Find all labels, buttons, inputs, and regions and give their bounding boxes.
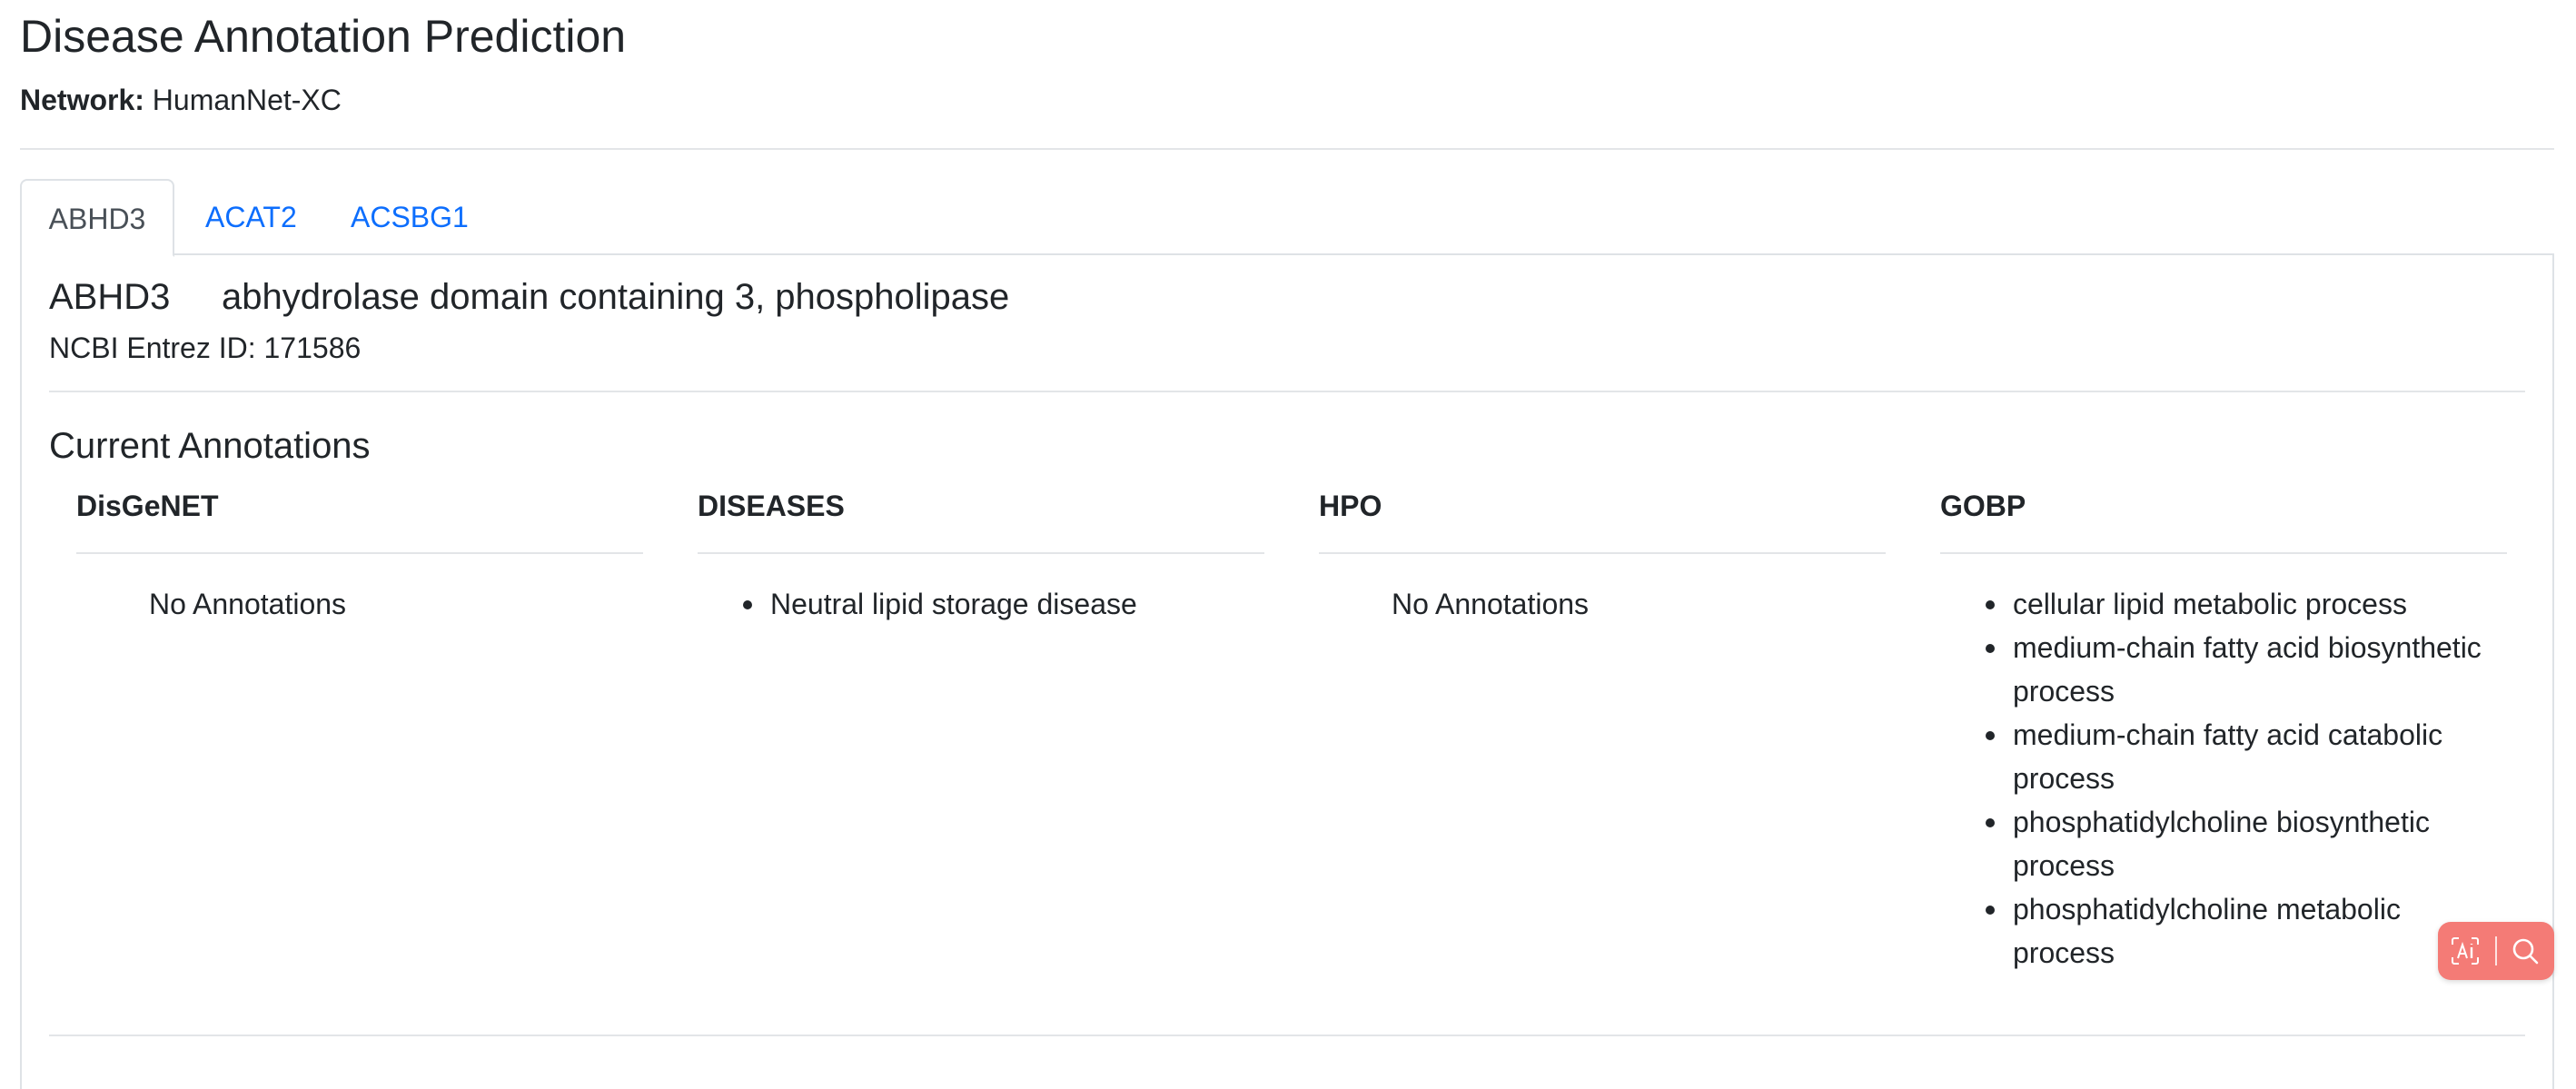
floating-action-button[interactable] — [2438, 922, 2554, 980]
list-item-text: cellular lipid metabolic process — [2013, 588, 2407, 620]
section-title: Current Annotations — [49, 426, 371, 466]
divider — [49, 391, 2525, 392]
column-title: GOBP — [1940, 490, 2026, 522]
annotation-column-gobp: GOBP cellular lipid metabolic process me… — [1940, 480, 2507, 969]
divider — [698, 552, 1264, 554]
divider — [1319, 552, 1886, 554]
gene-name: abhydrolase domain containing 3, phospho… — [222, 277, 1010, 317]
annotation-list: cellular lipid metabolic process medium-… — [1940, 582, 2507, 975]
column-body: Neutral lipid storage disease — [698, 582, 1264, 626]
ai-icon[interactable] — [2451, 936, 2480, 965]
network-value: HumanNet-XC — [152, 84, 342, 116]
network-line: Network: HumanNet-XC — [20, 80, 342, 120]
bullet-icon — [1986, 644, 1995, 653]
tab-abhd3[interactable]: ABHD3 — [20, 179, 174, 257]
annotation-column-hpo: HPO No Annotations — [1319, 480, 1886, 620]
list-item: phosphatidylcholine biosynthetic process — [1940, 800, 2507, 887]
bullet-icon — [1986, 731, 1995, 740]
no-annotations-text: No Annotations — [149, 588, 347, 620]
gene-symbol: ABHD3 — [49, 277, 171, 317]
bullet-icon — [1986, 818, 1995, 827]
divider — [49, 1035, 2525, 1036]
list-item: phosphatidylcholine metabolic process — [1940, 887, 2507, 975]
network-label: Network: — [20, 84, 144, 116]
page-title: Disease Annotation Prediction — [20, 11, 627, 62]
tab-acat2[interactable]: ACAT2 — [205, 179, 297, 255]
divider — [20, 148, 2554, 150]
list-item: medium-chain fatty acid catabolic proces… — [1940, 713, 2507, 800]
entrez-id: NCBI Entrez ID: 171586 — [49, 332, 362, 364]
divider — [1940, 552, 2507, 554]
tab-panel: ABHD3 abhydrolase domain containing 3, ph… — [20, 253, 2554, 1089]
annotation-list: Neutral lipid storage disease — [698, 582, 1264, 626]
column-title: DISEASES — [698, 490, 845, 522]
annotation-column-disgenet: DisGeNET No Annotations — [76, 480, 643, 620]
column-title: HPO — [1319, 490, 1382, 522]
annotation-column-diseases: DISEASES Neutral lipid storage disease — [698, 480, 1264, 620]
search-icon[interactable] — [2511, 936, 2540, 965]
list-item-text: phosphatidylcholine metabolic process — [2013, 893, 2401, 969]
column-title: DisGeNET — [76, 490, 219, 522]
no-annotations-text: No Annotations — [1392, 588, 1590, 620]
list-item-text: medium-chain fatty acid catabolic proces… — [2013, 718, 2443, 795]
list-item-text: Neutral lipid storage disease — [770, 588, 1137, 620]
list-item: medium-chain fatty acid biosynthetic pro… — [1940, 626, 2507, 713]
gene-tabs: ABHD3 ACAT2 ACSBG1 — [20, 179, 2554, 257]
list-item: Neutral lipid storage disease — [698, 582, 1264, 626]
list-item: cellular lipid metabolic process — [1940, 582, 2507, 626]
bullet-icon — [1986, 906, 1995, 915]
divider — [76, 552, 643, 554]
list-item-text: medium-chain fatty acid biosynthetic pro… — [2013, 631, 2482, 708]
bullet-icon — [743, 600, 752, 609]
gene-heading: ABHD3 abhydrolase domain containing 3, ph… — [49, 272, 1009, 322]
bullet-icon — [1986, 600, 1995, 609]
separator — [2495, 936, 2497, 965]
tab-acsbg1[interactable]: ACSBG1 — [351, 179, 469, 255]
list-item-text: phosphatidylcholine biosynthetic process — [2013, 806, 2430, 882]
column-body: cellular lipid metabolic process medium-… — [1940, 582, 2507, 975]
